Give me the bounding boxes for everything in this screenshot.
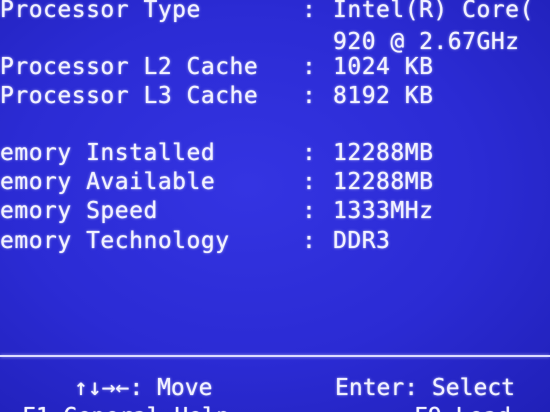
- info-row-processor-type-cont: 920 @ 2.67GHz: [0, 28, 550, 56]
- select-hint: Enter: Select: [335, 375, 516, 401]
- info-row-memory-available: emory Available : 12288MB: [0, 168, 550, 196]
- general-help-hint: F1 General Help: [22, 403, 230, 412]
- memory-installed-label: emory Installed: [0, 140, 216, 166]
- memory-technology-label: emory Technology: [0, 228, 230, 254]
- info-row-memory-technology: emory Technology : DDR3: [0, 227, 550, 255]
- processor-type-label: Processor Type: [0, 0, 201, 23]
- info-row-processor-type: Processor Type : Intel(R) Core(: [0, 0, 550, 24]
- memory-installed-value: 12288MB: [333, 140, 434, 166]
- memory-speed-label: emory Speed: [0, 198, 158, 224]
- processor-type-value: Intel(R) Core(: [333, 0, 534, 23]
- l2-cache-value: 1024 KB: [333, 54, 434, 80]
- memory-technology-value: DDR3: [333, 228, 391, 254]
- l3-cache-label: Processor L3 Cache: [0, 83, 259, 109]
- separator: :: [302, 54, 317, 80]
- info-row-l3-cache: Processor L3 Cache : 8192 KB: [0, 82, 550, 110]
- separator: :: [302, 0, 317, 23]
- l2-cache-label: Processor L2 Cache: [0, 54, 259, 80]
- separator: :: [302, 140, 317, 166]
- memory-available-label: emory Available: [0, 169, 216, 195]
- bios-screen: Processor Type : Intel(R) Core( 920 @ 2.…: [0, 0, 550, 412]
- footer-divider: [0, 355, 550, 357]
- memory-available-value: 12288MB: [333, 169, 434, 195]
- info-row-l2-cache: Processor L2 Cache : 1024 KB: [0, 53, 550, 81]
- info-row-memory-speed: emory Speed : 1333MHz: [0, 197, 550, 225]
- separator: :: [302, 228, 317, 254]
- processor-type-value-line2: 920 @ 2.67GHz: [333, 29, 520, 55]
- info-row-memory-installed: emory Installed : 12288MB: [0, 139, 550, 167]
- separator: :: [302, 198, 317, 224]
- load-hint: F9 Load: [414, 403, 511, 412]
- move-hint: ↑↓→←: Move: [74, 375, 213, 401]
- separator: :: [302, 83, 317, 109]
- l3-cache-value: 8192 KB: [333, 83, 434, 109]
- memory-speed-value: 1333MHz: [333, 198, 434, 224]
- separator: :: [302, 169, 317, 195]
